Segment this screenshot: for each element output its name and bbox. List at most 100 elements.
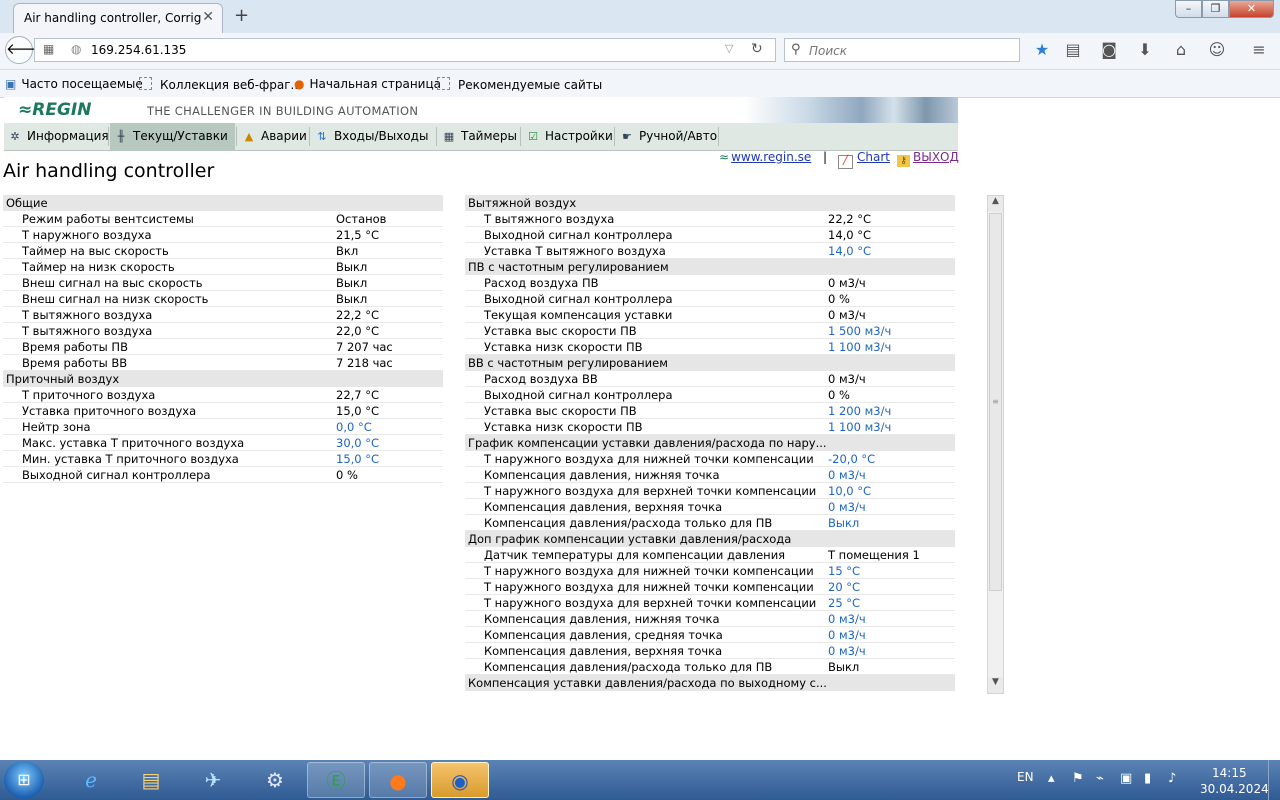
browser-tab[interactable]: Air handling controller, Corrigo E ✕	[13, 3, 223, 33]
row-value: 0 %	[828, 292, 850, 306]
bookmarks-menu-icon[interactable]: ▤	[1062, 40, 1084, 59]
menu-divider	[309, 127, 310, 146]
back-button[interactable]: 🡐	[5, 36, 46, 64]
row-label: Внеш сигнал на выс скорость	[22, 276, 203, 290]
table-row: Компенсация давления, верхняя точка 0 м3/…	[465, 499, 955, 515]
search-input[interactable]: ⚲ Поиск	[784, 38, 1020, 62]
row-value[interactable]: 15 °C	[828, 563, 860, 579]
row-value[interactable]: Выкл	[828, 515, 859, 531]
row-label: Т наружного воздуха	[22, 228, 152, 242]
ie-icon: ℯ	[85, 768, 97, 792]
menu-manual-auto[interactable]: ☛ Ручной/Авто	[616, 123, 718, 150]
tagline: THE CHALLENGER IN BUILDING AUTOMATION	[147, 104, 419, 118]
row-value[interactable]: 0 м3/ч	[828, 611, 866, 627]
e-tool-taskbar-button[interactable]: Ⓔ	[307, 762, 365, 798]
tray-expand-icon[interactable]: ▴	[1048, 771, 1055, 786]
row-value[interactable]: 15,0 °C	[336, 451, 379, 467]
start-button[interactable]: ⊞	[4, 761, 44, 799]
row-value[interactable]: 20 °C	[828, 579, 860, 595]
row-value[interactable]: 25 °C	[828, 595, 860, 611]
maximize-button[interactable]: ❐	[1202, 0, 1229, 18]
row-value[interactable]: 14,0 °C	[828, 243, 871, 259]
table-row: Таймер на выс скорость Вкл	[3, 243, 443, 259]
bookmark-start-page[interactable]: ● Начальная страница	[294, 77, 441, 91]
hello-icon[interactable]: ☺	[1206, 40, 1228, 59]
url-dropdown-icon[interactable]: ▽	[725, 42, 733, 55]
ie-taskbar-button[interactable]: ℯ	[62, 762, 120, 798]
row-value[interactable]: 0 м3/ч	[828, 467, 866, 483]
row-label: Т наружного воздуха для нижней точки ком…	[484, 452, 814, 466]
menu-info[interactable]: ✲ Информация	[4, 123, 108, 150]
row-value[interactable]: 1 100 м3/ч	[828, 339, 891, 355]
address-bar[interactable]: ▦ ◍ 169.254.61.135 ▽ ↻	[34, 38, 776, 62]
show-desktop-button[interactable]	[1268, 760, 1280, 800]
tray-network-icon[interactable]: ⌁	[1096, 771, 1104, 786]
table-row: Время работы ВВ 7 218 час	[3, 355, 443, 371]
navigation-bar: 🡐 ▦ ◍ 169.254.61.135 ▽ ↻ ⚲ Поиск	[0, 33, 1280, 70]
row-value[interactable]: -20,0 °C	[828, 451, 875, 467]
menu-current-setpoints[interactable]: ╫ Текущ/Уставки	[110, 123, 235, 150]
pocket-icon[interactable]: ◙	[1098, 40, 1120, 59]
row-label: Расход воздуха ПВ	[484, 276, 599, 290]
new-tab-button[interactable]: +	[234, 5, 249, 26]
tray-security-icon[interactable]: ⚑	[1072, 771, 1084, 786]
row-value[interactable]: 1 200 м3/ч	[828, 403, 891, 419]
tray-power-icon[interactable]: ▮	[1144, 771, 1151, 786]
chart-link[interactable]: ╱ Chart	[838, 150, 890, 169]
bookmark-web-slices[interactable]: Коллекция веб-фраг...	[139, 77, 302, 92]
bookmark-suggested[interactable]: Рекомендуемые сайты	[437, 77, 602, 92]
table-row: Т вытяжного воздуха 22,2 °C	[3, 307, 443, 323]
menu-timers[interactable]: ▦ Таймеры	[438, 123, 518, 150]
regin-site-link[interactable]: ≈ www.regin.se	[719, 150, 811, 164]
row-value: Вкл	[336, 244, 359, 258]
clock-date[interactable]: 30.04.2024	[1200, 782, 1269, 796]
row-value: 14,0 °C	[828, 228, 872, 242]
scroll-thumb[interactable]: ≡	[989, 213, 1002, 591]
exit-link[interactable]: ⚷ ВЫХОД	[897, 150, 959, 167]
vertical-scrollbar[interactable]: ▲ ≡ ▼	[987, 195, 1004, 694]
row-value[interactable]: 1 100 м3/ч	[828, 419, 891, 435]
network-taskbar-button[interactable]: ⚙	[246, 762, 304, 798]
table-row: Текущая компенсация уставки 0 м3/ч	[465, 307, 955, 323]
row-value[interactable]: 0 м3/ч	[828, 499, 866, 515]
firefox-taskbar-button[interactable]: ●	[369, 762, 427, 798]
app-taskbar-button[interactable]: ✈	[184, 762, 242, 798]
table-row: Т наружного воздуха для верхней точки ко…	[465, 595, 955, 611]
menu-alarms[interactable]: ▲ Аварии	[238, 123, 308, 150]
download-icon[interactable]: ⬇	[1134, 40, 1156, 59]
table-row: Уставка низк скорости ПВ 1 100 м3/ч	[465, 419, 955, 435]
table-row: Уставка приточного воздуха 15,0 °C	[3, 403, 443, 419]
tray-network-error-icon[interactable]: ▣	[1120, 771, 1132, 786]
row-value[interactable]: 1 500 м3/ч	[828, 323, 891, 339]
bookmark-star-icon[interactable]: ★	[1031, 40, 1053, 59]
clock-time[interactable]: 14:15	[1212, 766, 1247, 780]
table-row: Таймер на низк скорость Выкл	[3, 259, 443, 275]
row-value[interactable]: 30,0 °C	[336, 435, 379, 451]
language-indicator[interactable]: EN	[1017, 770, 1034, 784]
tab-close-icon[interactable]: ✕	[202, 9, 214, 25]
row-value[interactable]: 0,0 °C	[336, 419, 372, 435]
table-row: Компенсация давления/расхода только для …	[465, 659, 955, 675]
table-row: Датчик температуры для компенсации давле…	[465, 547, 955, 563]
row-label: Внеш сигнал на низк скорость	[22, 292, 209, 306]
row-value[interactable]: 10,0 °C	[828, 483, 871, 499]
folder-icon: ▤	[141, 768, 161, 792]
minimize-button[interactable]: –	[1175, 0, 1202, 18]
row-value: 22,0 °C	[336, 324, 380, 338]
table-row: Т наружного воздуха для нижней точки ком…	[465, 563, 955, 579]
menu-inputs-outputs[interactable]: ⇅ Входы/Выходы	[311, 123, 436, 150]
menu-settings[interactable]: ☑ Настройки	[522, 123, 614, 150]
window-close-button[interactable]: ✕	[1229, 0, 1274, 18]
tray-volume-icon[interactable]: ♪	[1168, 771, 1176, 786]
menu-icon[interactable]: ≡	[1248, 40, 1270, 59]
reload-icon[interactable]: ↻	[751, 41, 763, 57]
explorer-taskbar-button[interactable]: ▤	[122, 762, 180, 798]
scroll-down-button[interactable]: ▼	[988, 677, 1003, 693]
row-value[interactable]: 0 м3/ч	[828, 643, 866, 659]
home-icon[interactable]: ⌂	[1170, 40, 1192, 59]
row-value[interactable]: 0 м3/ч	[828, 627, 866, 643]
active-app-taskbar-button[interactable]: ◉	[431, 762, 489, 798]
bookmark-most-visited[interactable]: ▣ Часто посещаемые	[5, 77, 143, 91]
scroll-up-button[interactable]: ▲	[988, 196, 1003, 212]
url-text[interactable]: 169.254.61.135	[91, 43, 186, 57]
